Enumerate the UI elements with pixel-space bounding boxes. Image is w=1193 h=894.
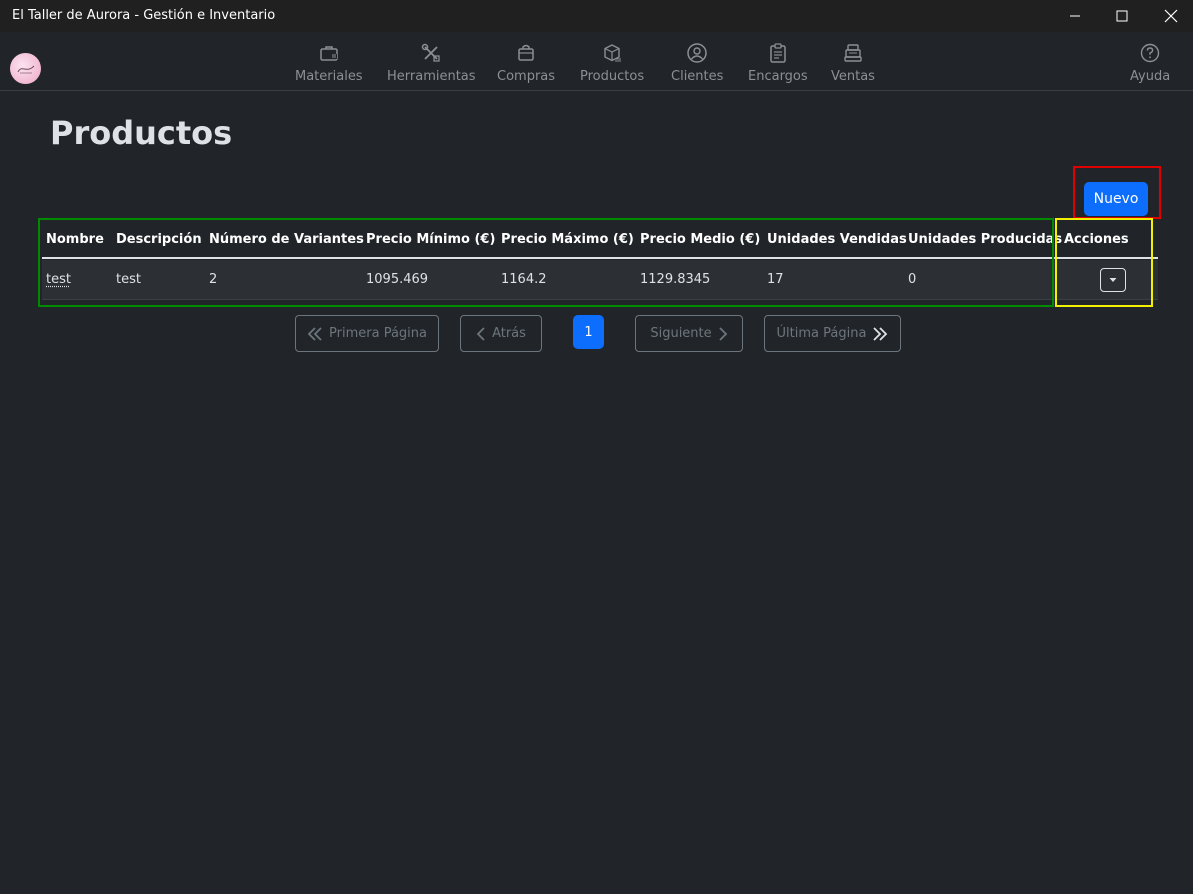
cell-descripcion: test [116,272,141,287]
current-page-button[interactable]: 1 [573,315,604,349]
chevron-left-icon [476,326,485,341]
nav-item-productos[interactable]: Productos [580,42,644,84]
box-icon [601,42,623,64]
minimize-button[interactable] [1050,0,1100,32]
close-button[interactable] [1146,0,1193,32]
window-title: El Taller de Aurora - Gestión e Inventar… [12,8,276,23]
column-header-precio-maximo[interactable]: Precio Máximo (€) [501,222,634,257]
cash-register-icon [842,42,864,64]
nav-item-ayuda[interactable]: Ayuda [1130,42,1170,84]
user-circle-icon [686,42,708,64]
nav-item-compras[interactable]: Compras [497,42,555,84]
column-header-unidades-vendidas[interactable]: Unidades Vendidas [767,222,907,257]
briefcase-icon [318,42,340,64]
nav-item-ventas[interactable]: Ventas [831,42,875,84]
cell-variantes: 2 [209,272,218,287]
column-header-acciones: Acciones [1064,232,1129,247]
next-page-label: Siguiente [650,326,712,341]
table-row: test test 2 1095.469 1164.2 1129.8345 17… [42,260,1158,300]
window-titlebar: El Taller de Aurora - Gestión e Inventar… [0,0,1193,32]
shopping-bag-icon [515,42,537,64]
cell-precio-medio: 1129.8345 [640,272,711,287]
column-header-unidades-producidas[interactable]: Unidades Producidas [908,222,1062,257]
column-header-variantes[interactable]: Número de Variantes [209,222,364,257]
app-logo[interactable] [10,53,41,84]
product-name-link[interactable]: test [46,272,71,287]
tools-icon [420,42,442,64]
prev-page-label: Atrás [492,326,526,341]
maximize-button[interactable] [1097,0,1147,32]
maximize-icon [1116,10,1128,22]
top-navbar: Materiales Herramientas Compras Producto… [0,32,1193,91]
table-header: Nombre Descripción Número de Variantes P… [42,222,1158,259]
first-page-label: Primera Página [329,326,427,341]
nav-item-materiales[interactable]: Materiales [295,42,363,84]
row-actions-dropdown-button[interactable] [1100,268,1126,292]
prev-page-button[interactable]: Atrás [460,315,542,352]
page-title: Productos [50,114,233,152]
column-header-precio-minimo[interactable]: Precio Mínimo (€) [366,222,495,257]
column-header-precio-medio[interactable]: Precio Medio (€) [640,222,760,257]
double-chevron-right-icon [873,326,888,341]
new-product-button[interactable]: Nuevo [1084,182,1148,216]
cell-precio-maximo: 1164.2 [501,272,547,287]
next-page-button[interactable]: Siguiente [635,315,743,352]
cell-nombre: test [46,260,71,299]
nav-item-herramientas[interactable]: Herramientas [387,42,476,84]
cell-unidades-vendidas: 17 [767,272,784,287]
caret-down-icon [1109,278,1117,282]
minimize-icon [1070,15,1080,17]
double-chevron-left-icon [307,326,322,341]
nav-item-clientes[interactable]: Clientes [671,42,723,84]
close-icon [1164,9,1178,23]
cell-precio-minimo: 1095.469 [366,272,429,287]
column-header-nombre[interactable]: Nombre [46,222,104,257]
nav-item-encargos[interactable]: Encargos [748,42,808,84]
last-page-button[interactable]: Última Página [764,315,901,352]
last-page-label: Última Página [776,326,867,341]
column-header-descripcion[interactable]: Descripción [116,222,202,257]
clipboard-icon [767,42,789,64]
logo-icon [17,65,34,73]
chevron-right-icon [719,326,727,341]
question-circle-icon [1139,42,1161,64]
cell-unidades-producidas: 0 [908,272,917,287]
first-page-button[interactable]: Primera Página [295,315,439,352]
